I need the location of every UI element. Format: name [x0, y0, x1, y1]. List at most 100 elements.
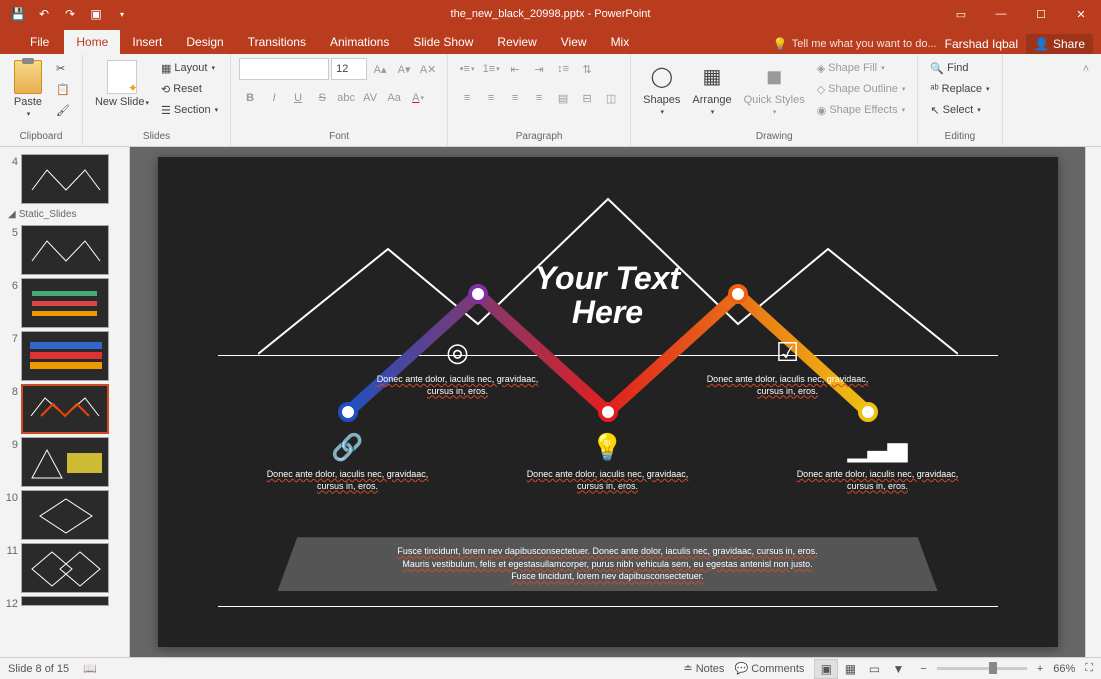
- find-button[interactable]: 🔍 Find: [926, 58, 993, 78]
- start-slideshow-icon[interactable]: ▣: [84, 2, 108, 26]
- slide-counter[interactable]: Slide 8 of 15: [8, 663, 69, 675]
- align-right-icon[interactable]: ≡: [504, 87, 526, 109]
- statusbar: Slide 8 of 15 📖 ≐ Notes 💬 Comments ▣ ▦ ▭…: [0, 657, 1101, 679]
- group-editing: 🔍 Find ᵃᵇ Replace▾ ↖ Select▾ Editing: [918, 54, 1002, 146]
- sorter-view-icon[interactable]: ▦: [838, 659, 862, 679]
- slide-thumb-7[interactable]: [21, 331, 109, 381]
- tab-slideshow[interactable]: Slide Show: [401, 30, 485, 54]
- shape-fill-button[interactable]: ◈ Shape Fill▾: [813, 58, 910, 78]
- slide-thumb-6[interactable]: [21, 278, 109, 328]
- tab-view[interactable]: View: [549, 30, 599, 54]
- slide-thumb-11[interactable]: [21, 543, 109, 593]
- tab-review[interactable]: Review: [485, 30, 548, 54]
- underline-icon[interactable]: U: [287, 87, 309, 109]
- user-name[interactable]: Farshad Iqbal: [945, 37, 1018, 51]
- normal-view-icon[interactable]: ▣: [814, 659, 838, 679]
- indent-right-icon[interactable]: ⇥: [528, 58, 550, 80]
- font-size-combo[interactable]: 12: [331, 58, 367, 80]
- section-header[interactable]: ◢ Static_Slides: [4, 207, 121, 222]
- redo-icon[interactable]: ↷: [58, 2, 82, 26]
- copy-button[interactable]: 📋: [52, 79, 74, 99]
- replace-button[interactable]: ᵃᵇ Replace▾: [926, 79, 993, 99]
- close-icon[interactable]: ✕: [1061, 0, 1101, 28]
- case-icon[interactable]: Aa: [383, 87, 405, 109]
- shrink-font-icon[interactable]: A▾: [393, 58, 415, 80]
- slide-thumb-4[interactable]: [21, 154, 109, 204]
- shadow-icon[interactable]: abc: [335, 87, 357, 109]
- shape-effects-button[interactable]: ◉ Shape Effects▾: [813, 100, 910, 120]
- arrange-button[interactable]: ▦Arrange▾: [688, 58, 735, 118]
- language-indicator[interactable]: 📖: [83, 662, 97, 675]
- slide-thumb-12[interactable]: [21, 596, 109, 606]
- section-button[interactable]: ☰ Section▾: [157, 100, 222, 120]
- collapse-ribbon-icon[interactable]: ˄: [1075, 58, 1097, 80]
- reading-view-icon[interactable]: ▭: [862, 659, 886, 679]
- notes-button[interactable]: ≐ Notes: [683, 662, 724, 675]
- vertical-scrollbar[interactable]: [1085, 147, 1101, 657]
- undo-icon[interactable]: ↶: [32, 2, 56, 26]
- slide-thumb-8[interactable]: [21, 384, 109, 434]
- slide-thumb-5[interactable]: [21, 225, 109, 275]
- paste-button[interactable]: Paste▾: [8, 58, 48, 120]
- smartart-icon[interactable]: ◫: [600, 87, 622, 109]
- slide-footer-text[interactable]: Fusce tincidunt, lorem nev dapibusconsec…: [278, 537, 938, 591]
- qat-dropdown-icon[interactable]: ▾: [110, 2, 134, 26]
- maximize-icon[interactable]: ☐: [1021, 0, 1061, 28]
- format-painter-button[interactable]: 🖌: [52, 100, 74, 120]
- quick-styles-button[interactable]: ◼Quick Styles▾: [740, 58, 809, 118]
- item2-text: Donec ante dolor, iaculis nec, gravidaac…: [698, 374, 878, 397]
- align-left-icon[interactable]: ≡: [456, 87, 478, 109]
- comments-button[interactable]: 💬 Comments: [734, 662, 804, 675]
- share-button[interactable]: 👤Share: [1026, 34, 1093, 54]
- zoom-in-icon[interactable]: +: [1037, 663, 1043, 675]
- shape-outline-button[interactable]: ◇ Shape Outline▾: [813, 79, 910, 99]
- font-family-combo[interactable]: [239, 58, 329, 80]
- tab-mix[interactable]: Mix: [599, 30, 642, 54]
- slide-thumb-10[interactable]: [21, 490, 109, 540]
- columns-icon[interactable]: ▤: [552, 87, 574, 109]
- zoom-level[interactable]: 66%: [1053, 663, 1075, 675]
- layout-button[interactable]: ▦ Layout▾: [157, 58, 222, 78]
- reset-button[interactable]: ⟲ Reset: [157, 79, 222, 99]
- clear-format-icon[interactable]: A✕: [417, 58, 439, 80]
- numbering-icon[interactable]: 1≡▾: [480, 58, 502, 80]
- font-color-icon[interactable]: A▾: [407, 87, 429, 109]
- strike-icon[interactable]: S: [311, 87, 333, 109]
- line-spacing-icon[interactable]: ↕≡: [552, 58, 574, 80]
- tell-me-search[interactable]: 💡Tell me what you want to do...: [773, 37, 937, 51]
- menubar: File Home Insert Design Transitions Anim…: [0, 28, 1101, 54]
- ribbon-options-icon[interactable]: ▭: [941, 0, 981, 28]
- cut-button[interactable]: ✂: [52, 58, 74, 78]
- slide-canvas[interactable]: Your Text Here ◎ Donec ante dolor, iacul…: [158, 157, 1058, 647]
- slide-item-target: ◎ Donec ante dolor, iaculis nec, gravida…: [368, 337, 548, 397]
- minimize-icon[interactable]: —: [981, 0, 1021, 28]
- tab-file[interactable]: File: [15, 30, 64, 54]
- shapes-button[interactable]: ◯Shapes▾: [639, 58, 684, 118]
- tab-design[interactable]: Design: [174, 30, 235, 54]
- indent-left-icon[interactable]: ⇤: [504, 58, 526, 80]
- align-center-icon[interactable]: ≡: [480, 87, 502, 109]
- grow-font-icon[interactable]: A▴: [369, 58, 391, 80]
- fit-window-icon[interactable]: ⛶: [1085, 662, 1093, 675]
- tab-home[interactable]: Home: [64, 30, 120, 54]
- align-text-icon[interactable]: ⊟: [576, 87, 598, 109]
- italic-icon[interactable]: I: [263, 87, 285, 109]
- zoom-slider[interactable]: [937, 667, 1027, 670]
- tab-insert[interactable]: Insert: [120, 30, 174, 54]
- slide-thumbnail-panel[interactable]: 4 ◢ Static_Slides 5 6 7 8 9 10 11 12: [0, 147, 130, 657]
- bold-icon[interactable]: B: [239, 87, 261, 109]
- tab-animations[interactable]: Animations: [318, 30, 401, 54]
- text-direction-icon[interactable]: ⇅: [576, 58, 598, 80]
- bullets-icon[interactable]: •≡▾: [456, 58, 478, 80]
- save-icon[interactable]: 💾: [6, 2, 30, 26]
- slide-editor[interactable]: Your Text Here ◎ Donec ante dolor, iacul…: [130, 147, 1085, 657]
- spacing-icon[interactable]: AV: [359, 87, 381, 109]
- select-button[interactable]: ↖ Select▾: [926, 100, 993, 120]
- slideshow-view-icon[interactable]: ▼: [886, 659, 910, 679]
- zoom-out-icon[interactable]: −: [920, 663, 926, 675]
- tab-transitions[interactable]: Transitions: [236, 30, 318, 54]
- slide-thumb-9[interactable]: [21, 437, 109, 487]
- group-paragraph-label: Paragraph: [456, 129, 622, 144]
- justify-icon[interactable]: ≡: [528, 87, 550, 109]
- new-slide-button[interactable]: New Slide▾: [91, 58, 153, 110]
